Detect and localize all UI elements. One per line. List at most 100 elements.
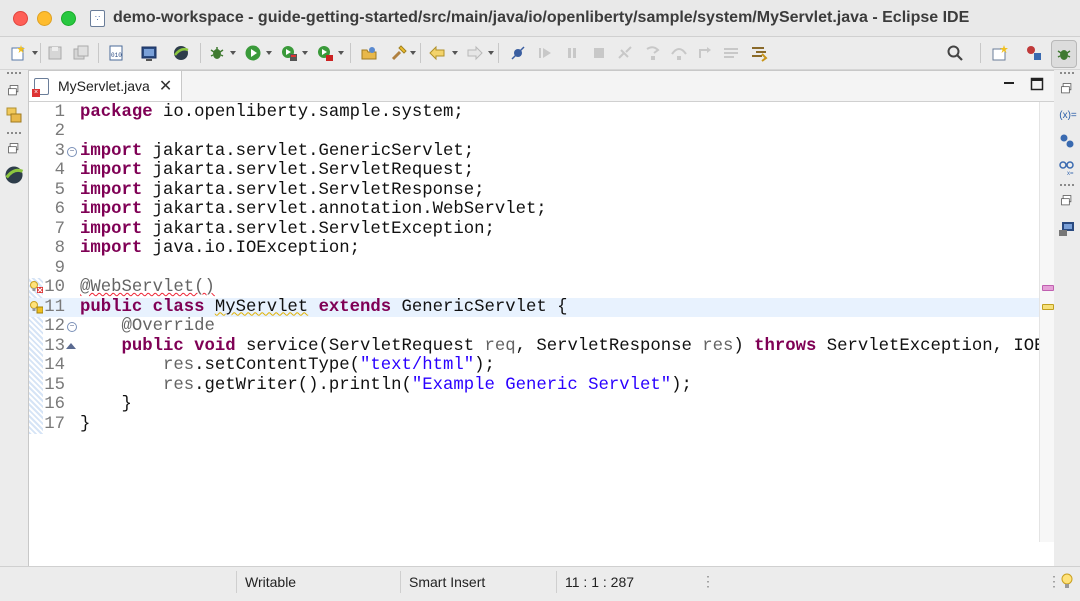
debug-icon[interactable] <box>208 44 226 62</box>
step-over-icon[interactable] <box>670 44 688 62</box>
back-icon[interactable] <box>428 44 446 62</box>
package-explorer-icon[interactable] <box>5 106 23 124</box>
step-into-icon[interactable] <box>644 44 662 62</box>
minimize-icon[interactable] <box>1002 77 1016 91</box>
fold-collapse-icon[interactable]: − <box>67 322 77 332</box>
code-line[interactable]: 10 @WebServlet() <box>29 278 1039 298</box>
restore-icon[interactable] <box>5 82 23 100</box>
liberty-dashboard-icon[interactable] <box>3 164 25 186</box>
code-line[interactable]: 12− @Override <box>29 317 1039 337</box>
search-flashlight-icon[interactable] <box>390 44 408 62</box>
resume-icon[interactable] <box>536 44 554 62</box>
code-line[interactable]: 5 import jakarta.servlet.ServletResponse; <box>29 181 1039 201</box>
code-text[interactable]: import jakarta.servlet.ServletException; <box>80 220 495 240</box>
code-text[interactable]: import jakarta.servlet.GenericServlet; <box>80 142 474 162</box>
suspend-icon[interactable] <box>563 44 581 62</box>
line-number: 7 <box>54 219 65 239</box>
liberty-icon[interactable] <box>172 44 190 62</box>
expressions-view-icon[interactable]: x= <box>1058 158 1076 176</box>
code-text[interactable]: } <box>80 415 90 435</box>
search-icon[interactable] <box>946 44 964 62</box>
title-bar: ∵ demo-workspace - guide-getting-started… <box>0 0 1080 37</box>
maximize-icon[interactable] <box>1030 77 1044 91</box>
error-marker[interactable] <box>1042 285 1054 291</box>
debug-perspective-icon[interactable] <box>1051 40 1077 68</box>
code-text[interactable]: import java.io.IOException; <box>80 239 360 259</box>
disconnect-icon[interactable] <box>616 44 634 62</box>
code-line[interactable]: 16 } <box>29 395 1039 415</box>
variables-view-icon[interactable]: (x)= <box>1056 106 1080 124</box>
breakpoints-view-icon[interactable] <box>1058 132 1076 150</box>
code-line[interactable]: 17} <box>29 415 1039 435</box>
code-line[interactable]: 6 import jakarta.servlet.annotation.WebSe… <box>29 200 1039 220</box>
cursor-position-status[interactable]: 11 : 1 : 287 <box>557 567 634 596</box>
code-line[interactable]: 4 import jakarta.servlet.ServletRequest; <box>29 161 1039 181</box>
code-line[interactable]: 1 package io.openliberty.sample.system; <box>29 103 1039 123</box>
code-text[interactable]: @Override <box>80 317 214 337</box>
code-line[interactable]: 13 public void service(ServletRequest re… <box>29 337 1039 357</box>
console-view-icon[interactable] <box>1058 220 1076 238</box>
run-icon[interactable] <box>244 44 262 62</box>
code-line[interactable]: 8 import java.io.IOException; <box>29 239 1039 259</box>
horizontal-scrollbar[interactable] <box>30 545 1038 551</box>
code-line[interactable]: 7 import jakarta.servlet.ServletException… <box>29 220 1039 240</box>
restore-icon[interactable] <box>1058 192 1076 210</box>
code-text[interactable]: } <box>80 395 131 415</box>
code-line[interactable]: 14 res.setContentType("text/html"); <box>29 356 1039 376</box>
code-text[interactable]: @WebServlet() <box>80 278 215 298</box>
code-line[interactable]: 15 res.getWriter().println("Example Gene… <box>29 376 1039 396</box>
save-icon[interactable] <box>46 44 64 62</box>
code-line[interactable]: 3− import jakarta.servlet.GenericServlet; <box>29 142 1039 162</box>
main-toolbar: 010 <box>0 37 1080 70</box>
warning-marker[interactable] <box>1042 304 1054 310</box>
close-window-button[interactable] <box>13 10 28 26</box>
code-editor-text[interactable]: 1 package io.openliberty.sample.system; 2 3… <box>29 102 1039 542</box>
insert-mode-status[interactable]: Smart Insert <box>401 567 485 596</box>
step-return-icon[interactable] <box>696 44 714 62</box>
code-line[interactable]: 11 public class MyServlet extends Generic… <box>29 297 1039 318</box>
terminate-icon[interactable] <box>590 44 608 62</box>
code-text[interactable]: import jakarta.servlet.ServletRequest; <box>80 161 474 181</box>
external-tools-icon[interactable] <box>316 44 334 62</box>
close-tab-icon[interactable]: ✕ <box>159 76 172 96</box>
line-number: 4 <box>54 161 65 180</box>
code-text[interactable]: res.getWriter().println("Example Generic… <box>80 376 692 396</box>
warning-quickfix-icon[interactable] <box>29 300 44 314</box>
java-perspective-icon[interactable] <box>1025 44 1043 62</box>
code-text[interactable]: public void service(ServletRequest req, … <box>80 337 1039 357</box>
new-icon[interactable] <box>10 44 28 62</box>
editor-tab-bar: × MyServlet.java ✕ <box>29 71 1054 102</box>
minimize-window-button[interactable] <box>37 10 52 26</box>
use-step-filters-icon[interactable] <box>750 44 768 62</box>
code-text[interactable]: public class MyServlet extends GenericSe… <box>80 298 567 318</box>
code-text[interactable]: res.setContentType("text/html"); <box>80 356 495 376</box>
restore-icon[interactable] <box>5 140 23 158</box>
editor-tab-myservlet[interactable]: × MyServlet.java ✕ <box>29 71 182 101</box>
status-more-icon[interactable]: ⋮ <box>693 567 715 596</box>
override-indicator-icon[interactable] <box>66 342 76 349</box>
save-all-icon[interactable] <box>72 44 90 62</box>
zoom-window-button[interactable] <box>61 10 76 26</box>
code-line[interactable]: 2 <box>29 122 1039 142</box>
open-type-icon[interactable] <box>360 44 378 62</box>
fold-collapse-icon[interactable]: − <box>67 146 77 157</box>
line-number: 3 <box>54 141 65 161</box>
code-line[interactable]: 9 <box>29 259 1039 279</box>
window-controls <box>13 10 76 26</box>
overview-ruler[interactable] <box>1039 102 1054 542</box>
java-file-error-icon: × <box>32 77 49 97</box>
line-number: 10 <box>44 278 65 297</box>
skip-breakpoints-icon[interactable] <box>509 44 527 62</box>
coverage-icon[interactable] <box>280 44 298 62</box>
forward-icon[interactable] <box>466 44 484 62</box>
code-text[interactable]: import jakarta.servlet.annotation.WebSer… <box>80 200 547 220</box>
code-text[interactable]: import jakarta.servlet.ServletResponse; <box>80 181 484 201</box>
lightbulb-icon[interactable] <box>1058 572 1076 590</box>
open-perspective-icon[interactable] <box>991 44 1009 62</box>
drop-to-frame-icon[interactable] <box>722 44 740 62</box>
error-quickfix-icon[interactable] <box>29 280 43 294</box>
console-icon[interactable] <box>140 44 158 62</box>
restore-icon[interactable] <box>1058 80 1076 98</box>
binary-icon[interactable]: 010 <box>107 44 125 62</box>
code-text[interactable]: package io.openliberty.sample.system; <box>80 103 464 123</box>
